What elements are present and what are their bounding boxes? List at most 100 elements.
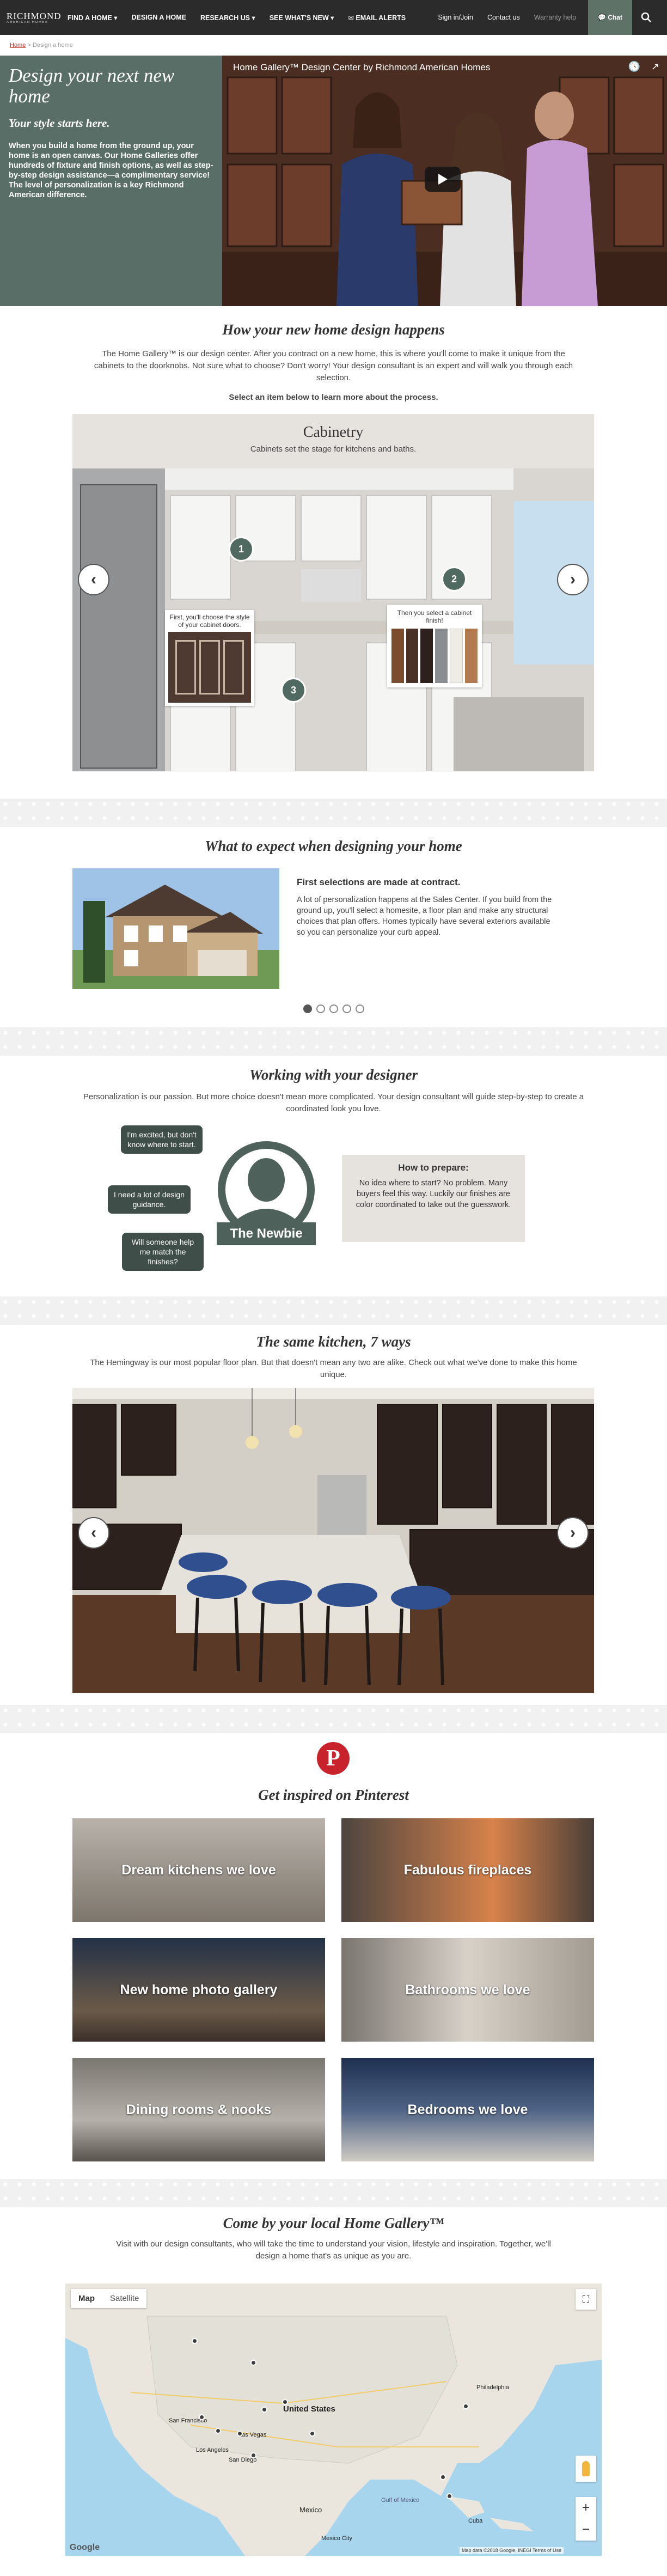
map-tab[interactable]: Map: [71, 2289, 102, 2308]
page-dot-5[interactable]: [355, 1004, 364, 1013]
chevron-right-icon: ›: [570, 1524, 576, 1542]
expect-house-image: [72, 868, 279, 989]
step-marker-2[interactable]: 2: [442, 567, 467, 592]
step-marker-1[interactable]: 1: [229, 537, 254, 562]
contact-link[interactable]: Contact us: [487, 14, 520, 21]
kitchen-title: The same kitchen, 7 ways: [256, 1333, 411, 1350]
prepare-body: No idea where to start? No problem. Many…: [356, 1179, 511, 1209]
location-pin[interactable]: [446, 2493, 452, 2499]
nav-email-alerts[interactable]: ✉ EMAIL ALERTS: [348, 14, 406, 22]
quote-bubble-1: I'm excited, but don't know where to sta…: [121, 1125, 203, 1154]
section-divider: [0, 1296, 667, 1325]
location-pin[interactable]: [237, 2431, 243, 2437]
nav-research-us[interactable]: RESEARCH US ▾: [200, 14, 255, 22]
search-button[interactable]: [632, 0, 660, 35]
map-label: Philadelphia: [476, 2384, 509, 2391]
expect-pagination: [0, 1004, 667, 1016]
location-pin[interactable]: [192, 2338, 198, 2344]
pinterest-tile-fireplaces[interactable]: Fabulous fireplaces: [341, 1818, 594, 1922]
step-marker-3[interactable]: 3: [281, 678, 306, 703]
persona-label: The Newbie: [217, 1222, 316, 1245]
hero-text-panel: Design your next new home Your style sta…: [0, 56, 222, 306]
kitchen-carousel: ‹ ›: [72, 1388, 594, 1693]
nav-find-a-home[interactable]: FIND A HOME ▾: [68, 14, 117, 22]
gallery-title: Come by your local Home Gallery™: [223, 2215, 444, 2231]
pinterest-tile-dining[interactable]: Dining rooms & nooks: [72, 2058, 325, 2161]
chat-button[interactable]: 💬 Chat: [588, 0, 632, 35]
satellite-tab[interactable]: Satellite: [102, 2289, 146, 2308]
kitchen-photo: [72, 1388, 594, 1693]
warranty-link[interactable]: Warranty help: [534, 14, 576, 21]
section-divider: [0, 1027, 667, 1056]
nav-whats-new[interactable]: SEE WHAT'S NEW ▾: [270, 14, 334, 22]
brand-logo[interactable]: RICHMOND AMERICAN HOMES: [7, 11, 61, 24]
share-icon[interactable]: ↗: [651, 61, 659, 72]
designer-title: Working with your designer: [249, 1067, 418, 1083]
location-pin[interactable]: [440, 2474, 446, 2480]
carousel-prev-button[interactable]: ‹: [78, 564, 109, 595]
location-pin[interactable]: [309, 2431, 315, 2437]
breadcrumb-home[interactable]: Home: [10, 42, 26, 48]
pegman-icon: [582, 2461, 590, 2476]
map-label: Gulf of Mexico: [381, 2497, 420, 2504]
pinterest-tile-photo-gallery[interactable]: New home photo gallery: [72, 1938, 325, 2042]
expect-body: A lot of personalization happens at the …: [297, 896, 552, 937]
designer-body: Personalization is our passion. But more…: [83, 1092, 584, 1113]
expect-title: What to expect when designing your home: [205, 838, 462, 854]
google-logo: Google: [70, 2543, 100, 2552]
page-dot-4[interactable]: [342, 1004, 351, 1013]
map-type-toggle: Map Satellite: [71, 2289, 147, 2308]
slide-subtitle: Cabinets set the stage for kitchens and …: [250, 444, 417, 454]
play-button[interactable]: [425, 167, 461, 192]
map-label: United States: [283, 2404, 335, 2414]
page-dot-3[interactable]: [329, 1004, 338, 1013]
location-pin[interactable]: [250, 2360, 256, 2366]
watch-later-icon[interactable]: 🕓: [628, 61, 640, 72]
map-canvas: [65, 2283, 602, 2556]
zoom-controls: + −: [576, 2497, 596, 2541]
nav-design-a-home[interactable]: DESIGN A HOME: [131, 14, 186, 21]
map-label: Mexico City: [321, 2535, 352, 2542]
process-carousel: Cabinetry Cabinets set the stage for kit…: [72, 414, 594, 771]
chevron-right-icon: ›: [570, 570, 576, 588]
hero: Design your next new home Your style sta…: [0, 56, 667, 306]
cabinet-finish-swatches: [391, 629, 478, 683]
newbie-persona: The Newbie: [217, 1141, 316, 1250]
zoom-out-button[interactable]: −: [576, 2519, 596, 2541]
sign-in-link[interactable]: Sign in/Join: [438, 14, 473, 21]
map-label: Cuba: [468, 2518, 483, 2524]
search-icon: [641, 12, 651, 22]
kitchen-illustration: [72, 468, 594, 771]
process-body: The Home Gallery™ is our design center. …: [94, 349, 573, 382]
pinterest-icon[interactable]: P: [317, 1742, 350, 1775]
hero-video-player[interactable]: Home Gallery™ Design Center by Richmond …: [222, 56, 667, 306]
map-label: Los Angeles: [196, 2447, 229, 2453]
zoom-in-button[interactable]: +: [576, 2497, 596, 2519]
location-pin[interactable]: [282, 2399, 288, 2405]
location-pin[interactable]: [199, 2414, 205, 2420]
location-pin[interactable]: [261, 2407, 267, 2413]
map-label: Mexico: [299, 2506, 322, 2514]
pinterest-tile-kitchens[interactable]: Dream kitchens we love: [72, 1818, 325, 1922]
breadcrumb-current: Design a home: [32, 42, 73, 48]
quote-bubble-3: Will someone help me match the finishes?: [122, 1233, 204, 1271]
kitchen-prev-button[interactable]: ‹: [78, 1517, 109, 1549]
slide-title: Cabinetry: [303, 424, 364, 441]
page-dot-1[interactable]: [303, 1004, 312, 1013]
pinterest-tile-bathrooms[interactable]: Bathrooms we love: [341, 1938, 594, 2042]
fullscreen-button[interactable]: ⛶: [576, 2289, 596, 2310]
breadcrumb: Home > Design a home: [10, 42, 73, 48]
kitchen-next-button[interactable]: ›: [557, 1517, 589, 1549]
quote-bubble-2: I need a lot of design guidance.: [108, 1185, 191, 1214]
location-pin[interactable]: [463, 2403, 469, 2409]
street-view-button[interactable]: [576, 2456, 596, 2482]
section-divider: [0, 799, 667, 827]
locations-map[interactable]: Map Satellite ⛶ + − United States San Fr…: [65, 2283, 602, 2556]
chevron-left-icon: ‹: [91, 570, 96, 588]
location-pin[interactable]: [215, 2428, 221, 2434]
step2-callout: Then you select a cabinet finish!: [387, 605, 482, 687]
pinterest-tile-bedrooms[interactable]: Bedrooms we love: [341, 2058, 594, 2161]
page-dot-2[interactable]: [316, 1004, 325, 1013]
carousel-next-button[interactable]: ›: [557, 564, 589, 595]
location-pin[interactable]: [250, 2452, 256, 2458]
